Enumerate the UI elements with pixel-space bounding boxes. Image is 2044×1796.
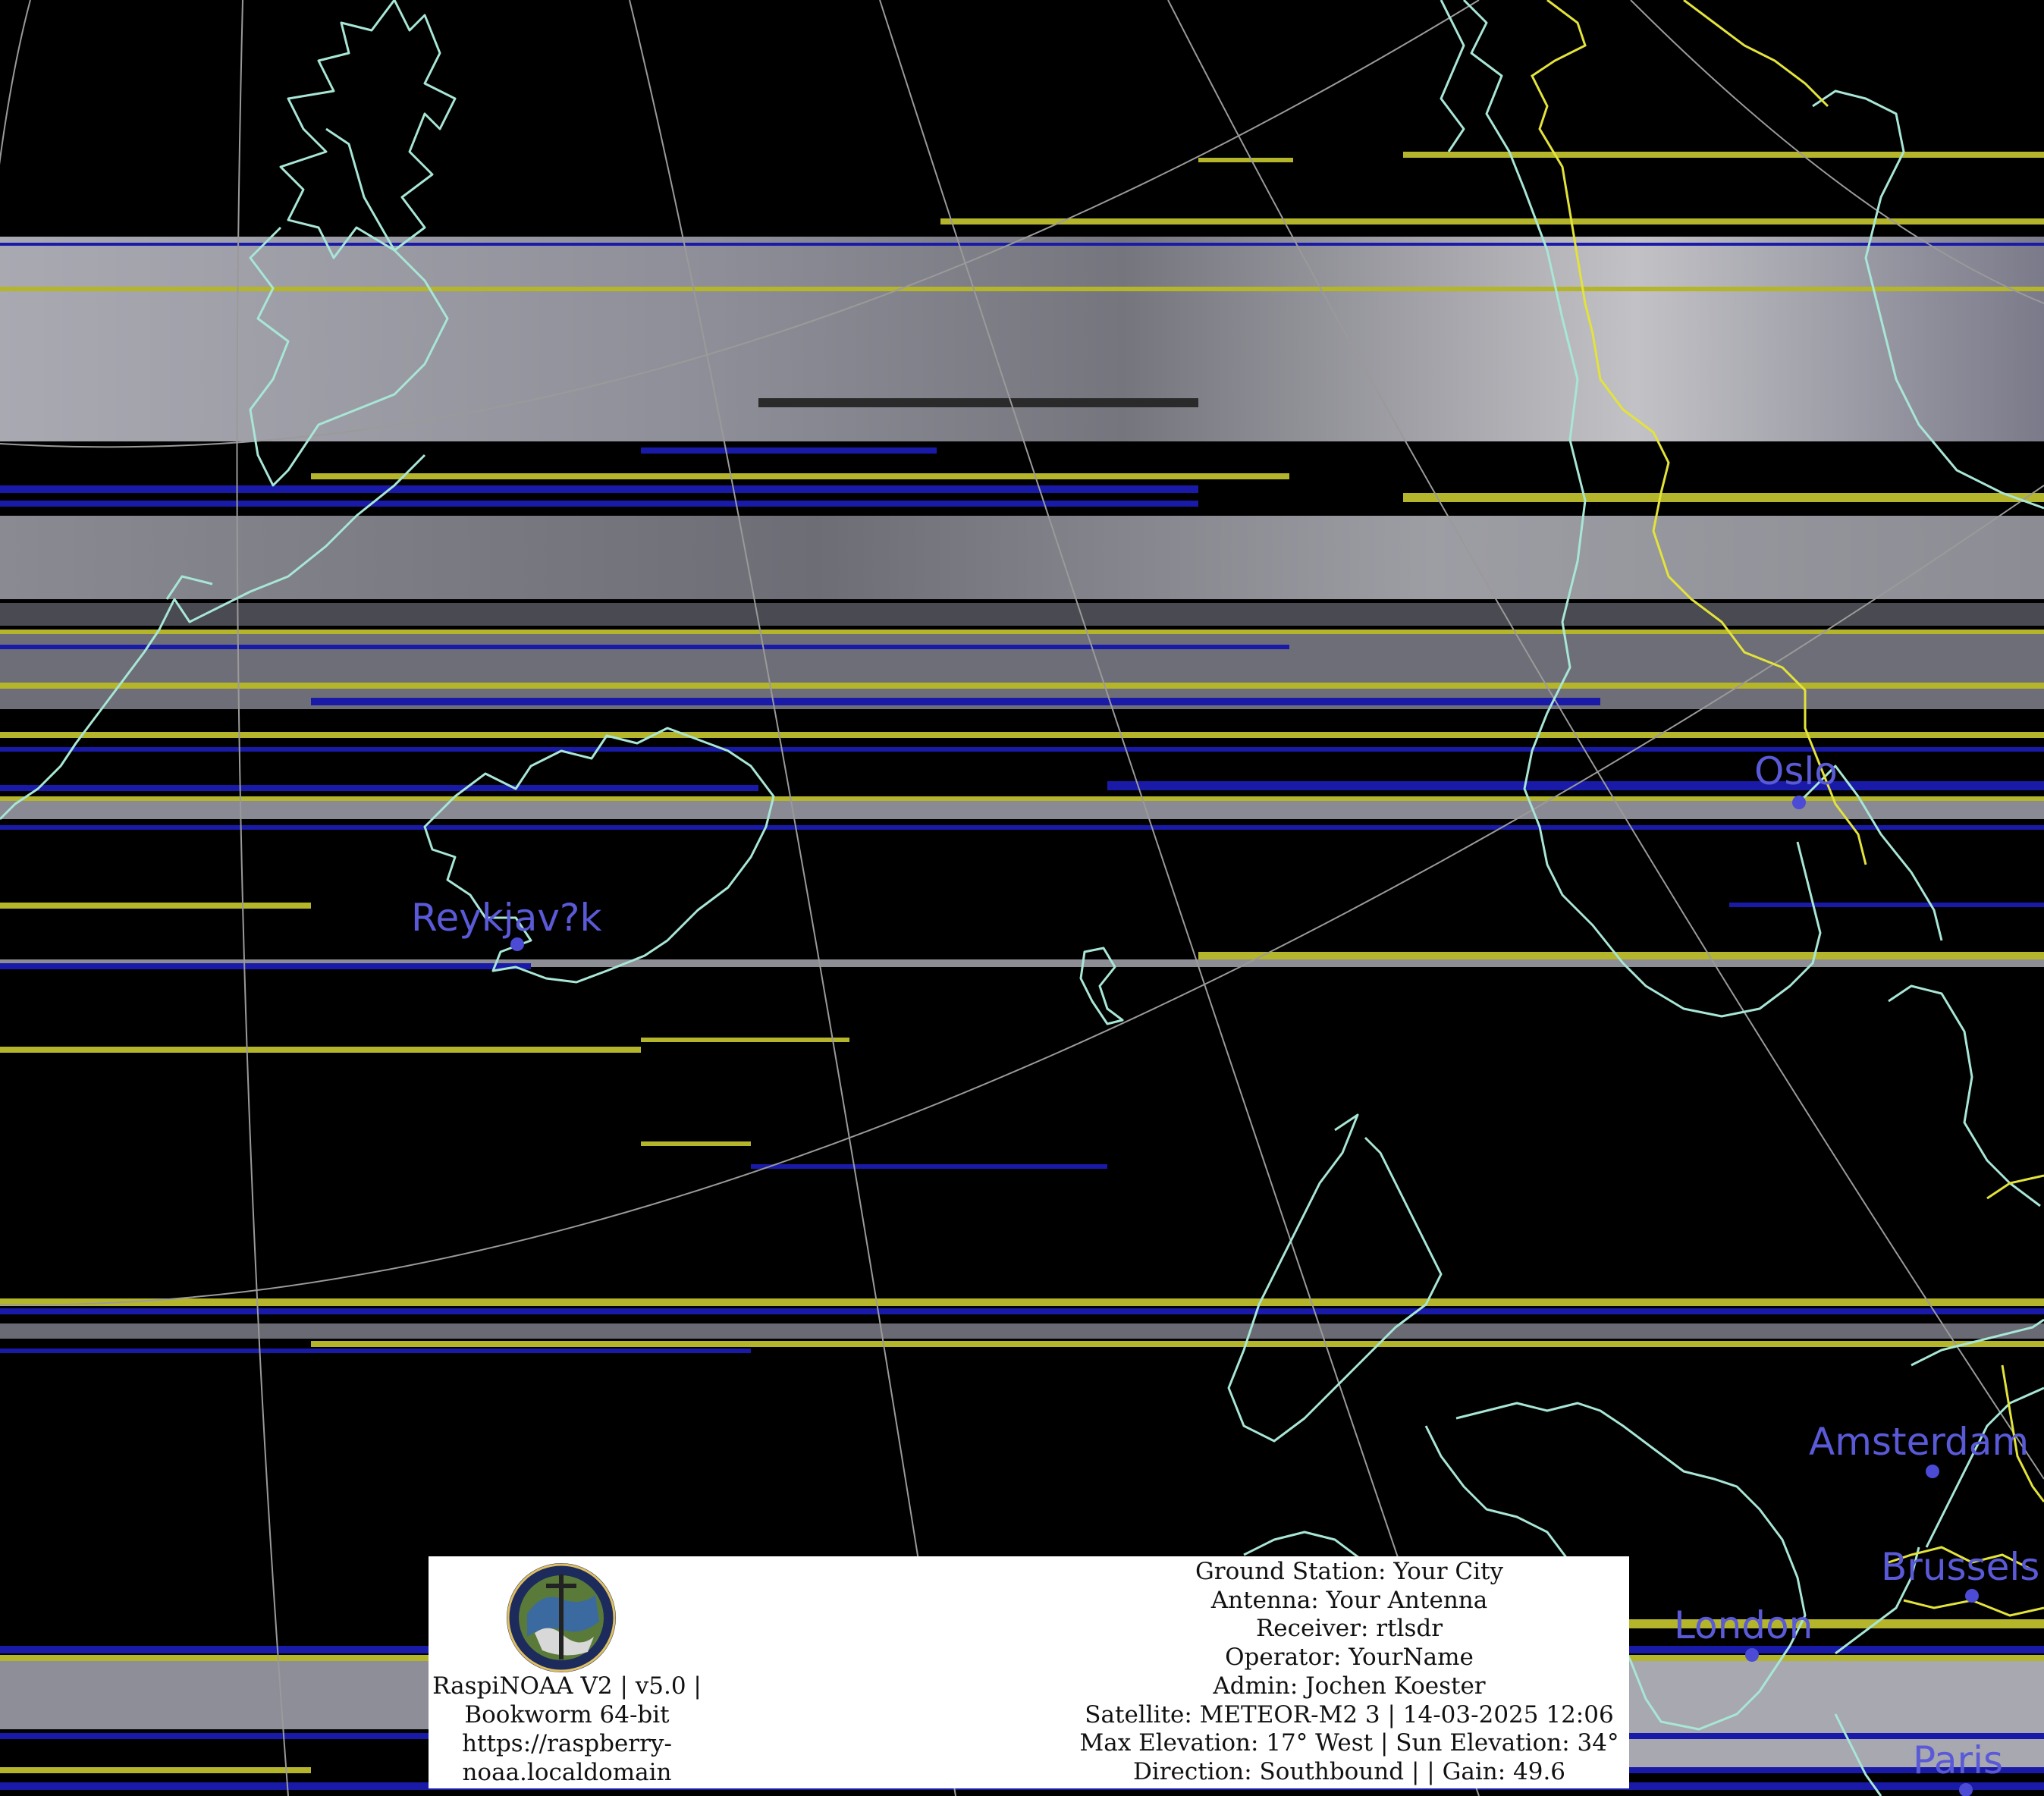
city-label: Amsterdam (1809, 1420, 2029, 1464)
satellite-map-frame: Reykjav?k Oslo Amsterdam Brussels London… (0, 0, 2044, 1796)
cloud-band (0, 237, 2044, 441)
satellite-timestamp: Satellite: METEOR-M2 3 | 14-03-2025 12:0… (1085, 1700, 1614, 1728)
direction-gain: Direction: Southbound | | Gain: 49.6 (1132, 1757, 1566, 1785)
cloud-band (0, 1323, 2044, 1339)
software-line: Bookworm 64-bit (464, 1701, 670, 1728)
city-marker (1965, 1589, 1979, 1603)
iceland-coast (423, 727, 775, 984)
admin: Admin: Jochen Koester (1213, 1672, 1486, 1700)
greenland-coast (279, 0, 457, 259)
denmark-coast (1888, 984, 2041, 1207)
cloud-band (0, 800, 2044, 819)
city-marker (1792, 796, 1806, 809)
cloud-band (0, 516, 2044, 599)
software-line: RaspiNOAA V2 | v5.0 | (432, 1672, 702, 1700)
city-label: Brussels (1881, 1545, 2039, 1589)
ground-station: Ground Station: Your City (1195, 1558, 1504, 1585)
receiver: Receiver: rtlsdr (1255, 1615, 1443, 1643)
city-label: Reykjav?k (411, 896, 601, 940)
cloud-band (758, 398, 1198, 407)
city-amsterdam: Amsterdam (1809, 1420, 2029, 1478)
scotland-coast (1227, 1113, 1443, 1443)
software-line: https://raspberry- (462, 1730, 672, 1757)
city-marker (510, 937, 524, 951)
elevation-info: Max Elevation: 17° West | Sun Elevation:… (1079, 1729, 1619, 1757)
city-label: Paris (1913, 1738, 2003, 1782)
city-label: London (1674, 1603, 1813, 1647)
city-marker (1926, 1465, 1939, 1478)
satellite-image: Reykjav?k Oslo Amsterdam Brussels London… (0, 0, 2044, 1796)
cloud-band (0, 603, 2044, 626)
city-brussels: Brussels (1881, 1545, 2039, 1603)
software-info: RaspiNOAA V2 | v5.0 | Bookworm 64-bit ht… (429, 1672, 705, 1787)
pass-details: Ground Station: Your City Antenna: Your … (1069, 1558, 1629, 1787)
antenna: Antenna: Your Antenna (1210, 1586, 1488, 1614)
raspinoaa-logo-icon (504, 1561, 618, 1675)
city-reykjavik: Reykjav?k (411, 896, 601, 951)
operator: Operator: YourName (1225, 1644, 1474, 1672)
software-line: noaa.localdomain (462, 1759, 672, 1786)
city-marker (1745, 1648, 1759, 1662)
pass-info-panel: RaspiNOAA V2 | v5.0 | Bookworm 64-bit ht… (429, 1556, 1629, 1788)
city-label: Oslo (1754, 749, 1838, 793)
